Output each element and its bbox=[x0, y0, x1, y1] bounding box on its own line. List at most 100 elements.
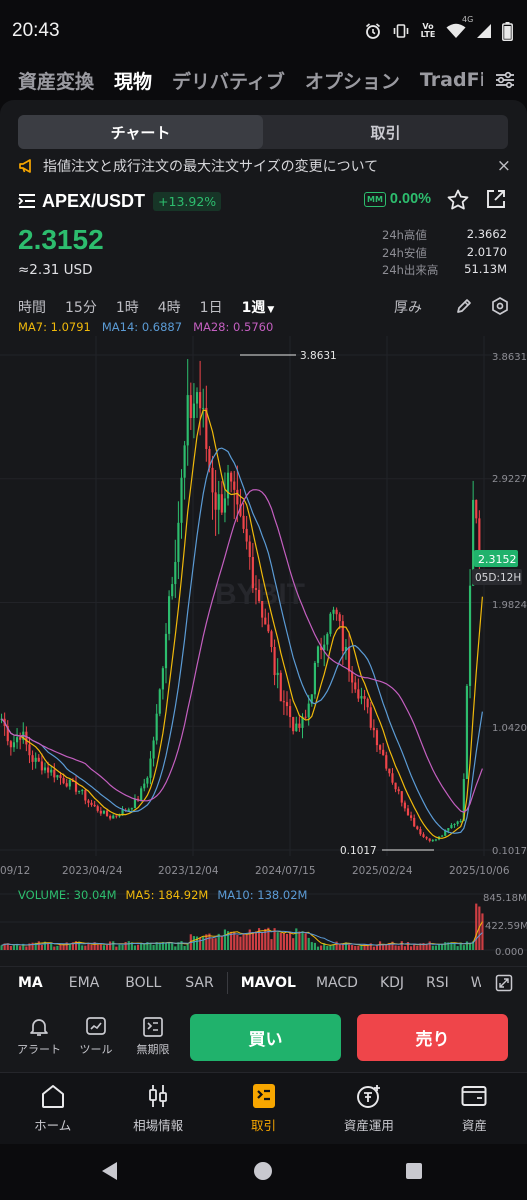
nav-earn[interactable]: 資産運用 bbox=[316, 1073, 421, 1144]
y-tick: 1.0420 bbox=[492, 723, 527, 734]
pair-name[interactable]: APEX/USDT bbox=[42, 191, 145, 212]
share-icon[interactable] bbox=[485, 188, 507, 210]
volume-bar bbox=[270, 939, 273, 950]
volume-grid bbox=[0, 893, 527, 951]
candle-body bbox=[81, 790, 84, 792]
perpetual-button[interactable]: 無期限 bbox=[128, 1016, 178, 1057]
candle-body bbox=[177, 522, 180, 562]
nav-trade[interactable]: 取引 bbox=[211, 1073, 316, 1144]
volume-bar bbox=[136, 944, 140, 950]
nav-home[interactable]: ホーム bbox=[0, 1073, 105, 1144]
volume-bar bbox=[37, 941, 40, 950]
volume-bar bbox=[84, 945, 87, 950]
indicator-expand-button[interactable] bbox=[481, 967, 527, 999]
candle-body bbox=[214, 492, 217, 510]
y-tick: 1.9824 bbox=[492, 600, 527, 611]
indicator-kdj[interactable]: KDJ bbox=[380, 975, 404, 991]
perpetual-label: 無期限 bbox=[136, 1043, 170, 1056]
candle-body bbox=[99, 810, 102, 814]
candle-body bbox=[391, 773, 394, 783]
low-marker-label: 0.1017 bbox=[340, 845, 377, 857]
candle-body bbox=[332, 609, 335, 614]
candle-body bbox=[307, 703, 310, 718]
candle-body bbox=[261, 601, 264, 618]
mm-rate[interactable]: MM 0.00% bbox=[364, 191, 431, 207]
tab-asset-convert[interactable]: 資産変換 bbox=[18, 67, 94, 94]
recents-icon[interactable] bbox=[403, 1160, 425, 1182]
nav-market[interactable]: 相場情報 bbox=[105, 1073, 210, 1144]
candle-body bbox=[161, 668, 164, 690]
announcement-banner[interactable]: 指値注文と成行注文の最大注文サイズの変更について × bbox=[18, 152, 513, 180]
volume-bar bbox=[279, 932, 282, 950]
candle-body bbox=[388, 768, 391, 774]
timeframe-1h[interactable]: 1時 bbox=[116, 297, 139, 317]
candle-body bbox=[217, 494, 220, 510]
volume-bar bbox=[0, 945, 3, 950]
candle-body bbox=[313, 662, 316, 695]
price-chart[interactable]: BYBIT 3.8631 0.1017 3.8631 2.9227 1.9824… bbox=[0, 336, 527, 881]
alert-button[interactable]: アラート bbox=[14, 1016, 64, 1057]
home-circle-icon[interactable] bbox=[252, 1160, 274, 1182]
pen-icon[interactable] bbox=[454, 296, 474, 316]
x-tick: 09/12 bbox=[0, 865, 30, 877]
candle-body bbox=[375, 730, 379, 746]
volume-bar bbox=[456, 946, 459, 950]
timeframe-15m[interactable]: 15分 bbox=[65, 297, 97, 317]
volume-bar bbox=[360, 945, 363, 950]
candle-body bbox=[115, 815, 118, 817]
indicator-ema[interactable]: EMA bbox=[69, 975, 100, 991]
nav-assets[interactable]: 資産 bbox=[422, 1073, 527, 1144]
volume-bar bbox=[220, 936, 223, 950]
thickness-button[interactable]: 厚み bbox=[394, 297, 422, 317]
volume-bar bbox=[143, 943, 146, 950]
expand-icon bbox=[495, 974, 513, 992]
indicator-rsi[interactable]: RSI bbox=[426, 975, 449, 991]
volume-bar bbox=[115, 946, 118, 950]
indicator-mavol[interactable]: MAVOL bbox=[241, 975, 296, 991]
favorite-star-icon[interactable] bbox=[446, 188, 470, 212]
back-icon[interactable] bbox=[99, 1160, 121, 1182]
mm-badge: MM bbox=[364, 191, 386, 207]
volume-bar bbox=[239, 936, 242, 950]
indicator-sar[interactable]: SAR bbox=[185, 975, 213, 991]
candle-body bbox=[109, 815, 112, 819]
tab-options[interactable]: オプション bbox=[305, 67, 400, 94]
price-chart-svg[interactable]: BYBIT 3.8631 0.1017 3.8631 2.9227 1.9824… bbox=[0, 336, 527, 881]
nav-home-label: ホーム bbox=[34, 1118, 72, 1133]
sliders-icon bbox=[496, 71, 514, 89]
candle-body bbox=[394, 782, 397, 790]
volume-bar bbox=[53, 946, 56, 950]
hexagon-settings-icon[interactable] bbox=[490, 296, 510, 316]
pair-menu-icon[interactable] bbox=[18, 193, 36, 209]
indicator-macd[interactable]: MACD bbox=[316, 975, 358, 991]
candle-body bbox=[47, 767, 50, 773]
timeframe-time[interactable]: 時間 bbox=[18, 297, 46, 317]
indicator-ma[interactable]: MA bbox=[18, 975, 43, 991]
home-icon bbox=[41, 1085, 64, 1108]
tabs-filter-button[interactable] bbox=[483, 62, 527, 98]
candle-body bbox=[447, 828, 450, 831]
tab-derivatives[interactable]: デリバティブ bbox=[172, 67, 285, 94]
candle-body bbox=[279, 672, 282, 702]
indicator-boll[interactable]: BOLL bbox=[125, 975, 161, 991]
timeframe-1w[interactable]: 1週 ▼ bbox=[242, 297, 275, 317]
segment-trade[interactable]: 取引 bbox=[263, 115, 508, 149]
tools-button[interactable]: ツール bbox=[71, 1016, 121, 1057]
volume-bar bbox=[236, 934, 239, 950]
y-tick: 2.9227 bbox=[492, 474, 527, 485]
candle-body bbox=[186, 395, 189, 446]
close-icon[interactable]: × bbox=[497, 156, 513, 176]
volume-bar bbox=[351, 944, 354, 950]
stat-label: 24h安値 bbox=[382, 245, 427, 260]
vol-y-tick: 845.18M bbox=[483, 893, 527, 904]
segment-chart[interactable]: チャート bbox=[18, 115, 263, 149]
timeframe-4h[interactable]: 4時 bbox=[158, 297, 181, 317]
tab-spot[interactable]: 現物 bbox=[114, 67, 152, 94]
timeframe-1d[interactable]: 1日 bbox=[200, 297, 223, 317]
volume-bar bbox=[357, 945, 360, 950]
candle-body bbox=[422, 834, 425, 838]
volume-bar bbox=[109, 941, 112, 950]
tab-tradfi[interactable]: TradFi bbox=[420, 69, 486, 91]
sell-button[interactable]: 売り bbox=[357, 1014, 508, 1061]
buy-button[interactable]: 買い bbox=[190, 1014, 341, 1061]
